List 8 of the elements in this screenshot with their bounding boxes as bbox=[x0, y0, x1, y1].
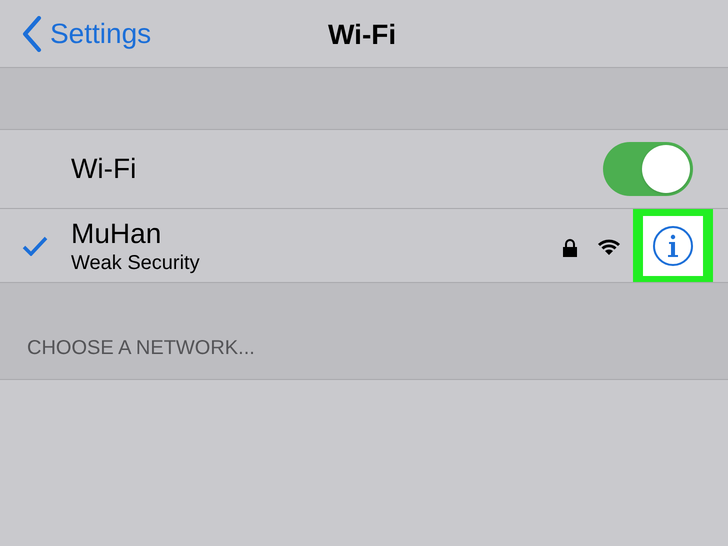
wifi-toggle[interactable] bbox=[603, 142, 693, 196]
network-item[interactable]: MuHan Weak Security bbox=[71, 216, 562, 276]
section-header: CHOOSE A NETWORK... bbox=[27, 336, 255, 361]
wifi-label: Wi-Fi bbox=[71, 152, 138, 186]
info-icon bbox=[652, 224, 694, 266]
screen-title: Wi-Fi bbox=[328, 18, 396, 52]
chevron-left-icon bbox=[22, 16, 42, 52]
info-button[interactable] bbox=[643, 216, 703, 276]
